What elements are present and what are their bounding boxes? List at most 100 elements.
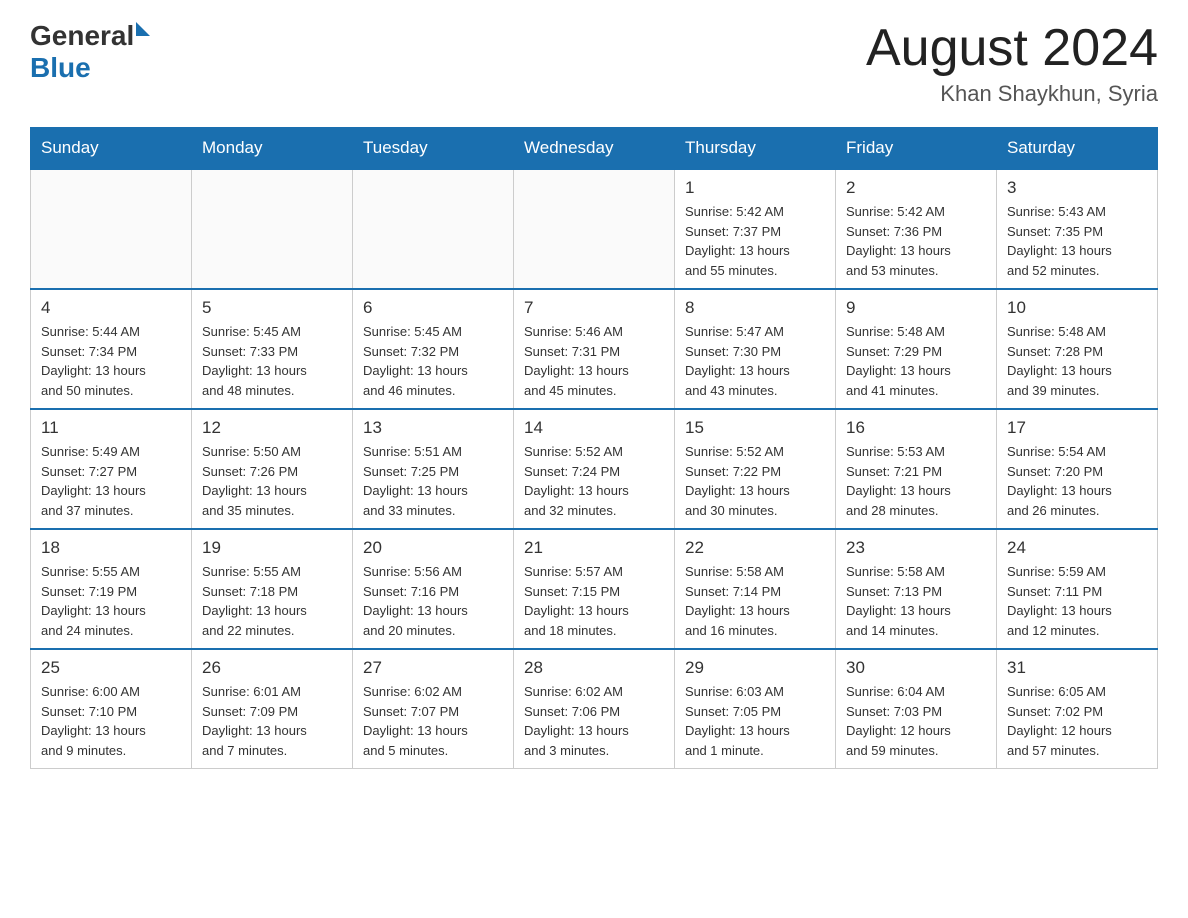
calendar-cell: 11Sunrise: 5:49 AMSunset: 7:27 PMDayligh… bbox=[31, 409, 192, 529]
column-header-monday: Monday bbox=[192, 128, 353, 170]
column-header-thursday: Thursday bbox=[675, 128, 836, 170]
calendar-cell: 26 Sunrise: 6:01 AMSunset: 7:09 PMDayligh… bbox=[192, 649, 353, 769]
location-title: Khan Shaykhun, Syria bbox=[866, 81, 1158, 107]
day-info: Sunrise: 5:57 AMSunset: 7:15 PMDaylight:… bbox=[524, 562, 664, 640]
week-row-4: 18 Sunrise: 5:55 AMSunset: 7:19 PMDayligh… bbox=[31, 529, 1158, 649]
day-number: 4 bbox=[41, 298, 181, 318]
column-header-wednesday: Wednesday bbox=[514, 128, 675, 170]
day-number: 28 bbox=[524, 658, 664, 678]
day-number: 2 bbox=[846, 178, 986, 198]
calendar-cell: 2Sunrise: 5:42 AMSunset: 7:36 PMDaylight… bbox=[836, 169, 997, 289]
calendar-cell: 4Sunrise: 5:44 AMSunset: 7:34 PMDaylight… bbox=[31, 289, 192, 409]
month-title: August 2024 bbox=[866, 20, 1158, 77]
day-info: Sunrise: 5:52 AMSunset: 7:22 PMDaylight:… bbox=[685, 442, 825, 520]
calendar-cell: 7Sunrise: 5:46 AMSunset: 7:31 PMDaylight… bbox=[514, 289, 675, 409]
day-info: Sunrise: 6:02 AMSunset: 7:07 PMDaylight:… bbox=[363, 682, 503, 760]
calendar-cell bbox=[514, 169, 675, 289]
calendar-cell: 6Sunrise: 5:45 AMSunset: 7:32 PMDaylight… bbox=[353, 289, 514, 409]
day-number: 18 bbox=[41, 538, 181, 558]
week-row-1: 1Sunrise: 5:42 AMSunset: 7:37 PMDaylight… bbox=[31, 169, 1158, 289]
day-number: 12 bbox=[202, 418, 342, 438]
day-info: Sunrise: 5:43 AMSunset: 7:35 PMDaylight:… bbox=[1007, 202, 1147, 280]
day-number: 14 bbox=[524, 418, 664, 438]
day-number: 21 bbox=[524, 538, 664, 558]
calendar-cell bbox=[31, 169, 192, 289]
calendar-cell: 19 Sunrise: 5:55 AMSunset: 7:18 PMDayligh… bbox=[192, 529, 353, 649]
day-info: Sunrise: 5:51 AMSunset: 7:25 PMDaylight:… bbox=[363, 442, 503, 520]
day-info: Sunrise: 5:49 AMSunset: 7:27 PMDaylight:… bbox=[41, 442, 181, 520]
day-number: 3 bbox=[1007, 178, 1147, 198]
day-info: Sunrise: 5:55 AMSunset: 7:18 PMDaylight:… bbox=[202, 562, 342, 640]
day-info: Sunrise: 5:56 AMSunset: 7:16 PMDaylight:… bbox=[363, 562, 503, 640]
day-number: 1 bbox=[685, 178, 825, 198]
day-number: 30 bbox=[846, 658, 986, 678]
calendar-cell: 16 Sunrise: 5:53 AMSunset: 7:21 PMDayligh… bbox=[836, 409, 997, 529]
calendar-cell: 5Sunrise: 5:45 AMSunset: 7:33 PMDaylight… bbox=[192, 289, 353, 409]
day-info: Sunrise: 5:59 AMSunset: 7:11 PMDaylight:… bbox=[1007, 562, 1147, 640]
calendar-cell: 29Sunrise: 6:03 AMSunset: 7:05 PMDayligh… bbox=[675, 649, 836, 769]
day-number: 15 bbox=[685, 418, 825, 438]
calendar-cell: 18 Sunrise: 5:55 AMSunset: 7:19 PMDayligh… bbox=[31, 529, 192, 649]
calendar-cell: 8 Sunrise: 5:47 AMSunset: 7:30 PMDaylight… bbox=[675, 289, 836, 409]
calendar-cell: 20 Sunrise: 5:56 AMSunset: 7:16 PMDayligh… bbox=[353, 529, 514, 649]
calendar-cell: 21 Sunrise: 5:57 AMSunset: 7:15 PMDayligh… bbox=[514, 529, 675, 649]
calendar-cell: 22 Sunrise: 5:58 AMSunset: 7:14 PMDayligh… bbox=[675, 529, 836, 649]
calendar-cell: 23 Sunrise: 5:58 AMSunset: 7:13 PMDayligh… bbox=[836, 529, 997, 649]
title-block: August 2024 Khan Shaykhun, Syria bbox=[866, 20, 1158, 107]
day-info: Sunrise: 6:05 AMSunset: 7:02 PMDaylight:… bbox=[1007, 682, 1147, 760]
day-info: Sunrise: 5:53 AMSunset: 7:21 PMDaylight:… bbox=[846, 442, 986, 520]
logo-general-text: General bbox=[30, 20, 134, 52]
calendar-header-row: SundayMondayTuesdayWednesdayThursdayFrid… bbox=[31, 128, 1158, 170]
day-number: 31 bbox=[1007, 658, 1147, 678]
calendar-cell bbox=[353, 169, 514, 289]
logo: General Blue bbox=[30, 20, 150, 84]
day-number: 20 bbox=[363, 538, 503, 558]
calendar-cell: 15 Sunrise: 5:52 AMSunset: 7:22 PMDayligh… bbox=[675, 409, 836, 529]
day-number: 22 bbox=[685, 538, 825, 558]
calendar-cell: 12Sunrise: 5:50 AMSunset: 7:26 PMDayligh… bbox=[192, 409, 353, 529]
column-header-friday: Friday bbox=[836, 128, 997, 170]
day-info: Sunrise: 6:04 AMSunset: 7:03 PMDaylight:… bbox=[846, 682, 986, 760]
day-number: 25 bbox=[41, 658, 181, 678]
calendar-cell: 30 Sunrise: 6:04 AMSunset: 7:03 PMDayligh… bbox=[836, 649, 997, 769]
day-info: Sunrise: 5:58 AMSunset: 7:14 PMDaylight:… bbox=[685, 562, 825, 640]
day-number: 13 bbox=[363, 418, 503, 438]
day-info: Sunrise: 5:45 AMSunset: 7:33 PMDaylight:… bbox=[202, 322, 342, 400]
calendar-cell: 14 Sunrise: 5:52 AMSunset: 7:24 PMDayligh… bbox=[514, 409, 675, 529]
day-info: Sunrise: 5:48 AMSunset: 7:29 PMDaylight:… bbox=[846, 322, 986, 400]
day-info: Sunrise: 5:47 AMSunset: 7:30 PMDaylight:… bbox=[685, 322, 825, 400]
day-info: Sunrise: 5:55 AMSunset: 7:19 PMDaylight:… bbox=[41, 562, 181, 640]
day-info: Sunrise: 6:01 AMSunset: 7:09 PMDaylight:… bbox=[202, 682, 342, 760]
logo-blue-text: Blue bbox=[30, 52, 91, 84]
calendar-cell: 13 Sunrise: 5:51 AMSunset: 7:25 PMDayligh… bbox=[353, 409, 514, 529]
day-info: Sunrise: 5:58 AMSunset: 7:13 PMDaylight:… bbox=[846, 562, 986, 640]
calendar-cell: 10 Sunrise: 5:48 AMSunset: 7:28 PMDayligh… bbox=[997, 289, 1158, 409]
day-number: 16 bbox=[846, 418, 986, 438]
column-header-saturday: Saturday bbox=[997, 128, 1158, 170]
column-header-tuesday: Tuesday bbox=[353, 128, 514, 170]
day-number: 8 bbox=[685, 298, 825, 318]
column-header-sunday: Sunday bbox=[31, 128, 192, 170]
day-number: 27 bbox=[363, 658, 503, 678]
calendar-cell: 17Sunrise: 5:54 AMSunset: 7:20 PMDayligh… bbox=[997, 409, 1158, 529]
calendar-cell: 24 Sunrise: 5:59 AMSunset: 7:11 PMDayligh… bbox=[997, 529, 1158, 649]
day-info: Sunrise: 6:00 AMSunset: 7:10 PMDaylight:… bbox=[41, 682, 181, 760]
calendar-cell: 28 Sunrise: 6:02 AMSunset: 7:06 PMDayligh… bbox=[514, 649, 675, 769]
day-info: Sunrise: 5:45 AMSunset: 7:32 PMDaylight:… bbox=[363, 322, 503, 400]
calendar-cell: 1Sunrise: 5:42 AMSunset: 7:37 PMDaylight… bbox=[675, 169, 836, 289]
day-number: 26 bbox=[202, 658, 342, 678]
day-number: 23 bbox=[846, 538, 986, 558]
day-number: 24 bbox=[1007, 538, 1147, 558]
week-row-3: 11Sunrise: 5:49 AMSunset: 7:27 PMDayligh… bbox=[31, 409, 1158, 529]
calendar-cell: 27 Sunrise: 6:02 AMSunset: 7:07 PMDayligh… bbox=[353, 649, 514, 769]
calendar-cell: 25 Sunrise: 6:00 AMSunset: 7:10 PMDayligh… bbox=[31, 649, 192, 769]
day-info: Sunrise: 6:02 AMSunset: 7:06 PMDaylight:… bbox=[524, 682, 664, 760]
day-info: Sunrise: 5:52 AMSunset: 7:24 PMDaylight:… bbox=[524, 442, 664, 520]
logo-triangle-icon bbox=[136, 22, 150, 36]
day-number: 19 bbox=[202, 538, 342, 558]
calendar-cell: 3 Sunrise: 5:43 AMSunset: 7:35 PMDaylight… bbox=[997, 169, 1158, 289]
day-info: Sunrise: 5:48 AMSunset: 7:28 PMDaylight:… bbox=[1007, 322, 1147, 400]
day-number: 10 bbox=[1007, 298, 1147, 318]
calendar-cell bbox=[192, 169, 353, 289]
week-row-2: 4Sunrise: 5:44 AMSunset: 7:34 PMDaylight… bbox=[31, 289, 1158, 409]
